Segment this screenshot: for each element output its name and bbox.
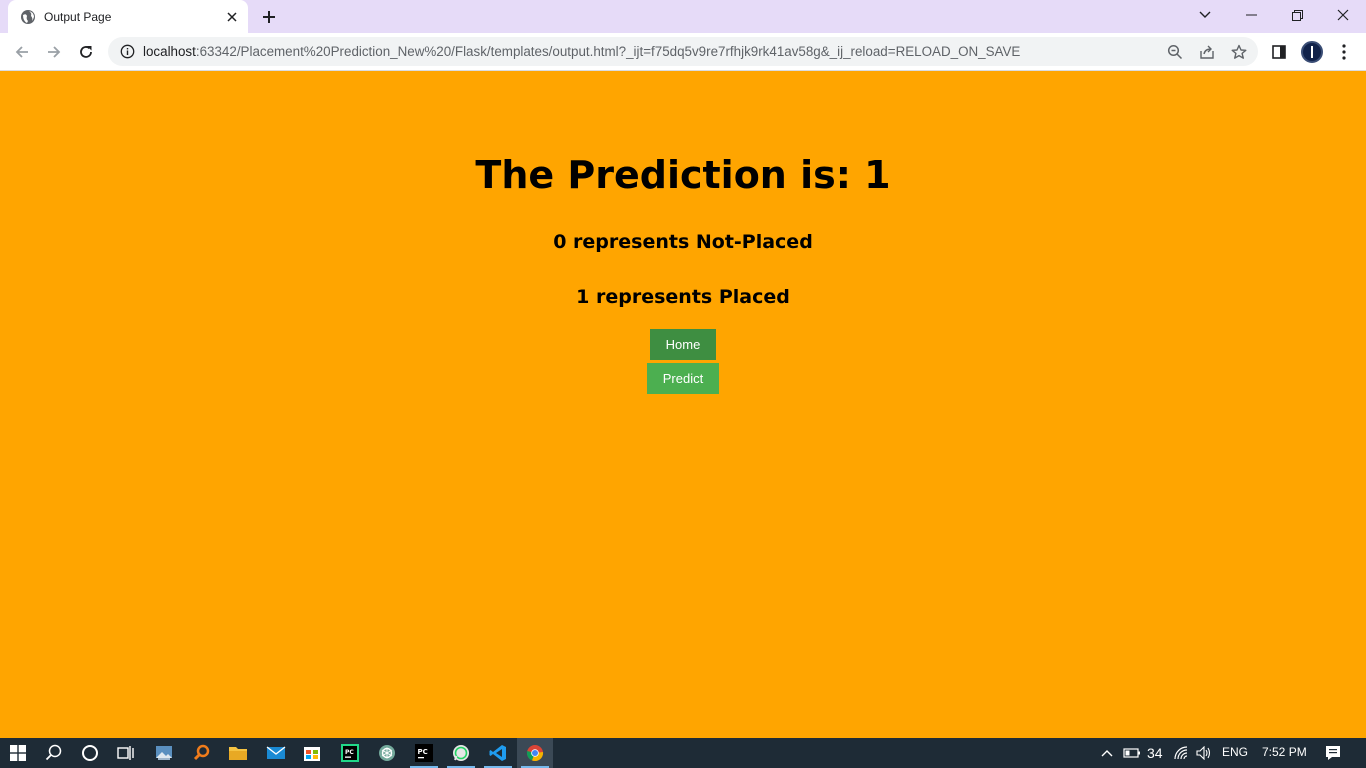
predict-button[interactable]: Predict — [647, 363, 719, 394]
output-page: The Prediction is: 1 0 represents Not-Pl… — [0, 71, 1366, 738]
back-arrow-icon[interactable] — [8, 38, 36, 66]
tab-close-icon[interactable] — [222, 7, 242, 27]
star-icon[interactable] — [1230, 43, 1248, 61]
file-explorer-icon[interactable] — [220, 738, 256, 768]
clock-time[interactable]: 7:52 PM — [1262, 745, 1307, 759]
whatsapp-icon[interactable] — [443, 738, 479, 768]
chrome-icon[interactable] — [517, 738, 553, 768]
search-app-icon[interactable] — [184, 738, 220, 768]
notification-center-icon[interactable] — [1316, 738, 1350, 768]
globe-icon — [20, 9, 36, 25]
new-tab-button[interactable] — [258, 6, 280, 28]
zoom-icon[interactable] — [1166, 43, 1184, 61]
minimize-icon[interactable] — [1228, 0, 1274, 30]
cortana-icon[interactable] — [72, 738, 108, 768]
windows-start-icon[interactable] — [0, 738, 36, 768]
windows-taskbar: PC PC 34 ENG 7:52 PM — [0, 738, 1366, 768]
svg-text:PC: PC — [345, 749, 354, 756]
side-panel-icon[interactable] — [1268, 41, 1290, 63]
url-host: localhost — [143, 44, 196, 59]
battery-percent: 34 — [1147, 745, 1163, 761]
legend-not-placed: 0 represents Not-Placed — [553, 231, 813, 253]
reload-icon[interactable] — [72, 38, 100, 66]
forward-arrow-icon[interactable] — [40, 38, 68, 66]
home-button[interactable]: Home — [650, 329, 716, 360]
profile-avatar[interactable] — [1301, 41, 1323, 63]
mail-icon[interactable] — [258, 738, 294, 768]
address-bar[interactable]: localhost:63342/Placement%20Prediction_N… — [108, 37, 1258, 66]
language-indicator[interactable]: ENG — [1222, 745, 1248, 759]
task-view-icon[interactable] — [108, 738, 144, 768]
search-icon[interactable] — [36, 738, 72, 768]
photos-icon[interactable] — [146, 738, 182, 768]
info-icon[interactable] — [119, 44, 135, 60]
volume-icon[interactable] — [1192, 738, 1216, 768]
browser-toolbar: localhost:63342/Placement%20Prediction_N… — [0, 33, 1366, 71]
battery-icon[interactable] — [1120, 738, 1144, 768]
browser-tab-output-page[interactable]: Output Page — [8, 0, 248, 33]
share-icon[interactable] — [1198, 43, 1216, 61]
pycharm-ce-icon[interactable]: PC — [332, 738, 368, 768]
url-path: :63342/Placement%20Prediction_New%20/Fla… — [195, 44, 1021, 59]
restore-icon[interactable] — [1274, 0, 1320, 30]
close-window-icon[interactable] — [1320, 0, 1366, 30]
browser-tab-strip: Output Page — [0, 0, 1366, 33]
svg-text:PC: PC — [418, 748, 428, 756]
tab-search-icon[interactable] — [1182, 0, 1228, 30]
chatgpt-icon[interactable] — [369, 738, 405, 768]
legend-placed: 1 represents Placed — [576, 286, 790, 308]
pycharm-icon[interactable]: PC — [406, 738, 442, 768]
tab-title: Output Page — [44, 9, 112, 24]
wifi-icon[interactable] — [1170, 738, 1194, 768]
url-text[interactable]: localhost:63342/Placement%20Prediction_N… — [143, 44, 1020, 59]
prediction-heading: The Prediction is: 1 — [475, 153, 891, 197]
more-menu-icon[interactable] — [1333, 41, 1355, 63]
store-icon[interactable] — [294, 738, 330, 768]
vscode-icon[interactable] — [480, 738, 516, 768]
show-hidden-icons-icon[interactable] — [1090, 738, 1124, 768]
